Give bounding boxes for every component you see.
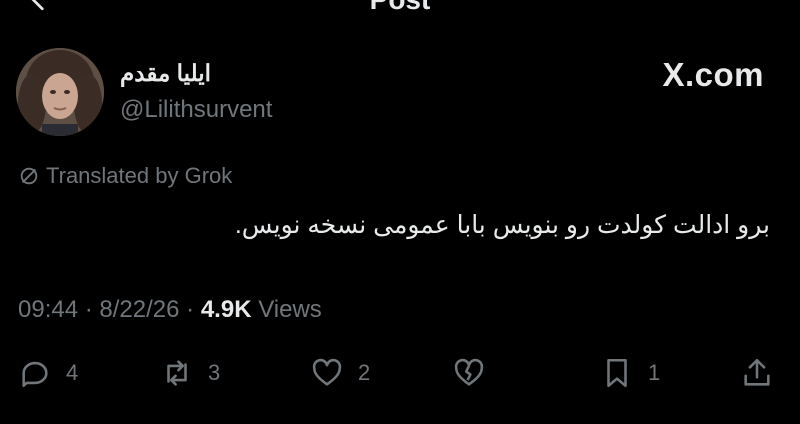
reply-icon [22, 361, 48, 388]
translate-icon [20, 167, 38, 185]
author-handle[interactable]: @Lilithsurvent [120, 96, 272, 124]
like-count: 2 [358, 360, 371, 385]
bookmark-icon [607, 358, 627, 388]
action-bar: 4 3 2 1 [0, 356, 800, 396]
avatar-image [16, 48, 104, 136]
bookmark-count: 1 [648, 360, 661, 385]
author-display-name[interactable]: ایلیا مقدم [120, 60, 211, 87]
views-label: Views [258, 296, 322, 323]
repost-count: 3 [208, 360, 221, 385]
meta-separator: · [186, 296, 195, 323]
like-button[interactable]: 2 [310, 356, 370, 390]
post-date: 8/22/26 [99, 296, 180, 323]
broken-heart-icon [454, 358, 484, 386]
reply-button[interactable]: 4 [18, 356, 78, 390]
heart-icon [312, 358, 342, 386]
meta-separator: · [84, 296, 93, 323]
post-body: برو ادالت کولدت رو بنویس بابا عمومی نسخه… [234, 211, 770, 239]
translation-indicator[interactable]: Translated by Grok [18, 163, 232, 189]
page-title: Post [0, 0, 800, 16]
share-icon [744, 358, 770, 386]
translation-label: Translated by Grok [46, 163, 233, 188]
post-time: 09:44 [18, 296, 79, 323]
repost-icon [167, 360, 187, 386]
watermark: X.com [662, 56, 764, 93]
repost-button[interactable]: 3 [160, 356, 220, 390]
bookmark-button[interactable]: 1 [600, 356, 660, 390]
views-count[interactable]: 4.9K [201, 296, 252, 323]
avatar[interactable] [16, 48, 104, 136]
dislike-button[interactable] [452, 356, 486, 390]
reply-count: 4 [66, 360, 79, 385]
share-button[interactable] [740, 356, 774, 390]
post-meta: 09:44 · 8/22/26 · 4.9K Views [18, 296, 322, 324]
